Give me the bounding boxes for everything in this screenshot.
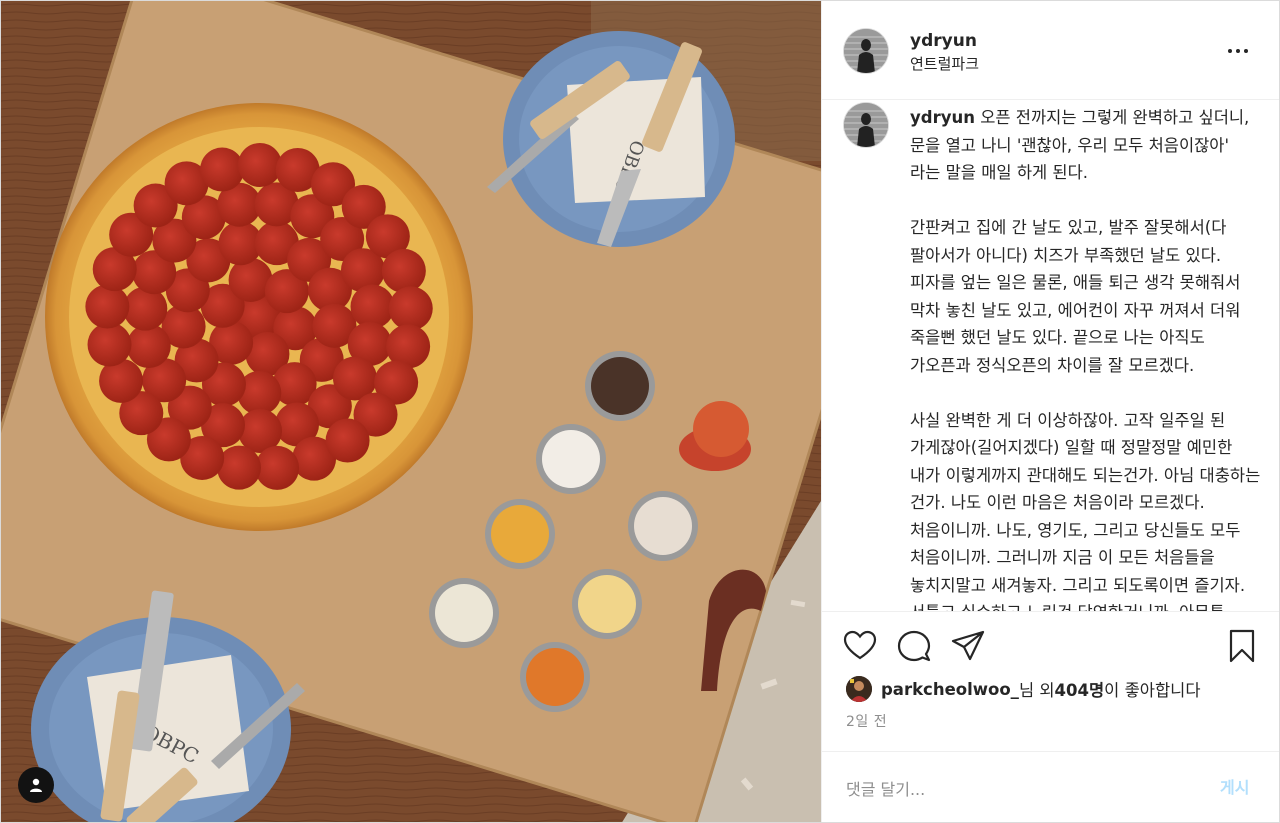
pepperoni-slice	[87, 322, 132, 367]
comment-bar: 게시	[822, 751, 1279, 822]
condiment-cup	[628, 491, 698, 561]
condiment-cup	[429, 578, 499, 648]
pepperoni-slice	[85, 284, 130, 329]
liker-username[interactable]: parkcheolwoo_	[881, 680, 1019, 699]
condiment-cup	[536, 424, 606, 494]
bookmark-icon[interactable]	[1224, 628, 1260, 664]
more-options-icon[interactable]	[1220, 39, 1256, 63]
comment-input[interactable]	[844, 772, 1188, 806]
pepperoni-slice	[126, 324, 171, 369]
condiment-cup	[572, 569, 642, 639]
person-icon	[30, 778, 42, 792]
post-photo[interactable]: OBPC OBPC	[1, 1, 821, 822]
liker-profile-photo	[846, 676, 872, 702]
pepperoni-slice	[217, 445, 262, 490]
likes-summary: parkcheolwoo_ 님 외 404명 이 좋아합니다	[846, 674, 1201, 704]
pepperoni-slice	[255, 445, 300, 490]
post-location[interactable]: 연트럴파크	[910, 53, 979, 74]
likes-middle-text: 님 외	[1018, 681, 1055, 700]
condiment-cup	[585, 351, 655, 421]
pepperoni-slice	[123, 286, 168, 331]
heart-icon[interactable]	[842, 628, 878, 664]
tagged-user-button[interactable]	[18, 767, 54, 803]
profile-photo	[844, 29, 888, 73]
post-author-username[interactable]: ydryun	[910, 31, 977, 51]
post-header: ydryun 연트럴파크	[822, 1, 1279, 100]
likes-count[interactable]: 404명	[1055, 677, 1105, 701]
pepperoni-slice	[325, 418, 370, 463]
paper-plane-icon[interactable]	[950, 628, 986, 664]
avatar[interactable]	[844, 29, 888, 73]
profile-photo	[844, 103, 888, 147]
caption-text: ydryun 오픈 전까지는 그렇게 완벽하고 싶더니, 문을 열고 나니 '괜…	[910, 104, 1262, 611]
caption-content: 오픈 전까지는 그렇게 완벽하고 싶더니, 문을 열고 나니 '괜찮아, 우리 …	[910, 108, 1261, 611]
post-actions	[822, 611, 1279, 672]
comment-icon[interactable]	[896, 628, 932, 664]
post-dialog: OBPC OBPC ydryun 연트럴파크 ydryun 오픈 전까지는 그렇…	[0, 0, 1280, 823]
pepperoni-slice	[350, 284, 395, 329]
pepperoni-pizza	[45, 103, 473, 531]
post-caption: ydryun 오픈 전까지는 그렇게 완벽하고 싶더니, 문을 열고 나니 '괜…	[822, 99, 1279, 611]
post-side-panel: ydryun 연트럴파크 ydryun 오픈 전까지는 그렇게 완벽하고 싶더니…	[821, 1, 1279, 822]
pepperoni-slice	[388, 286, 433, 331]
pepperoni-slice	[381, 248, 426, 293]
pepperoni-slice	[200, 147, 245, 192]
pepperoni-slice	[237, 143, 282, 188]
likes-suffix-text: 이 좋아합니다	[1104, 681, 1201, 700]
condiment-cup	[520, 642, 590, 712]
liker-avatar[interactable]	[846, 676, 872, 702]
post-comment-button[interactable]: 게시	[1220, 774, 1249, 798]
caption-avatar[interactable]	[844, 103, 888, 147]
post-timestamp[interactable]: 2일 전	[846, 711, 887, 731]
post-photo-image: OBPC OBPC	[1, 1, 821, 822]
condiment-cup	[485, 499, 555, 569]
caption-username[interactable]: ydryun	[910, 108, 975, 127]
